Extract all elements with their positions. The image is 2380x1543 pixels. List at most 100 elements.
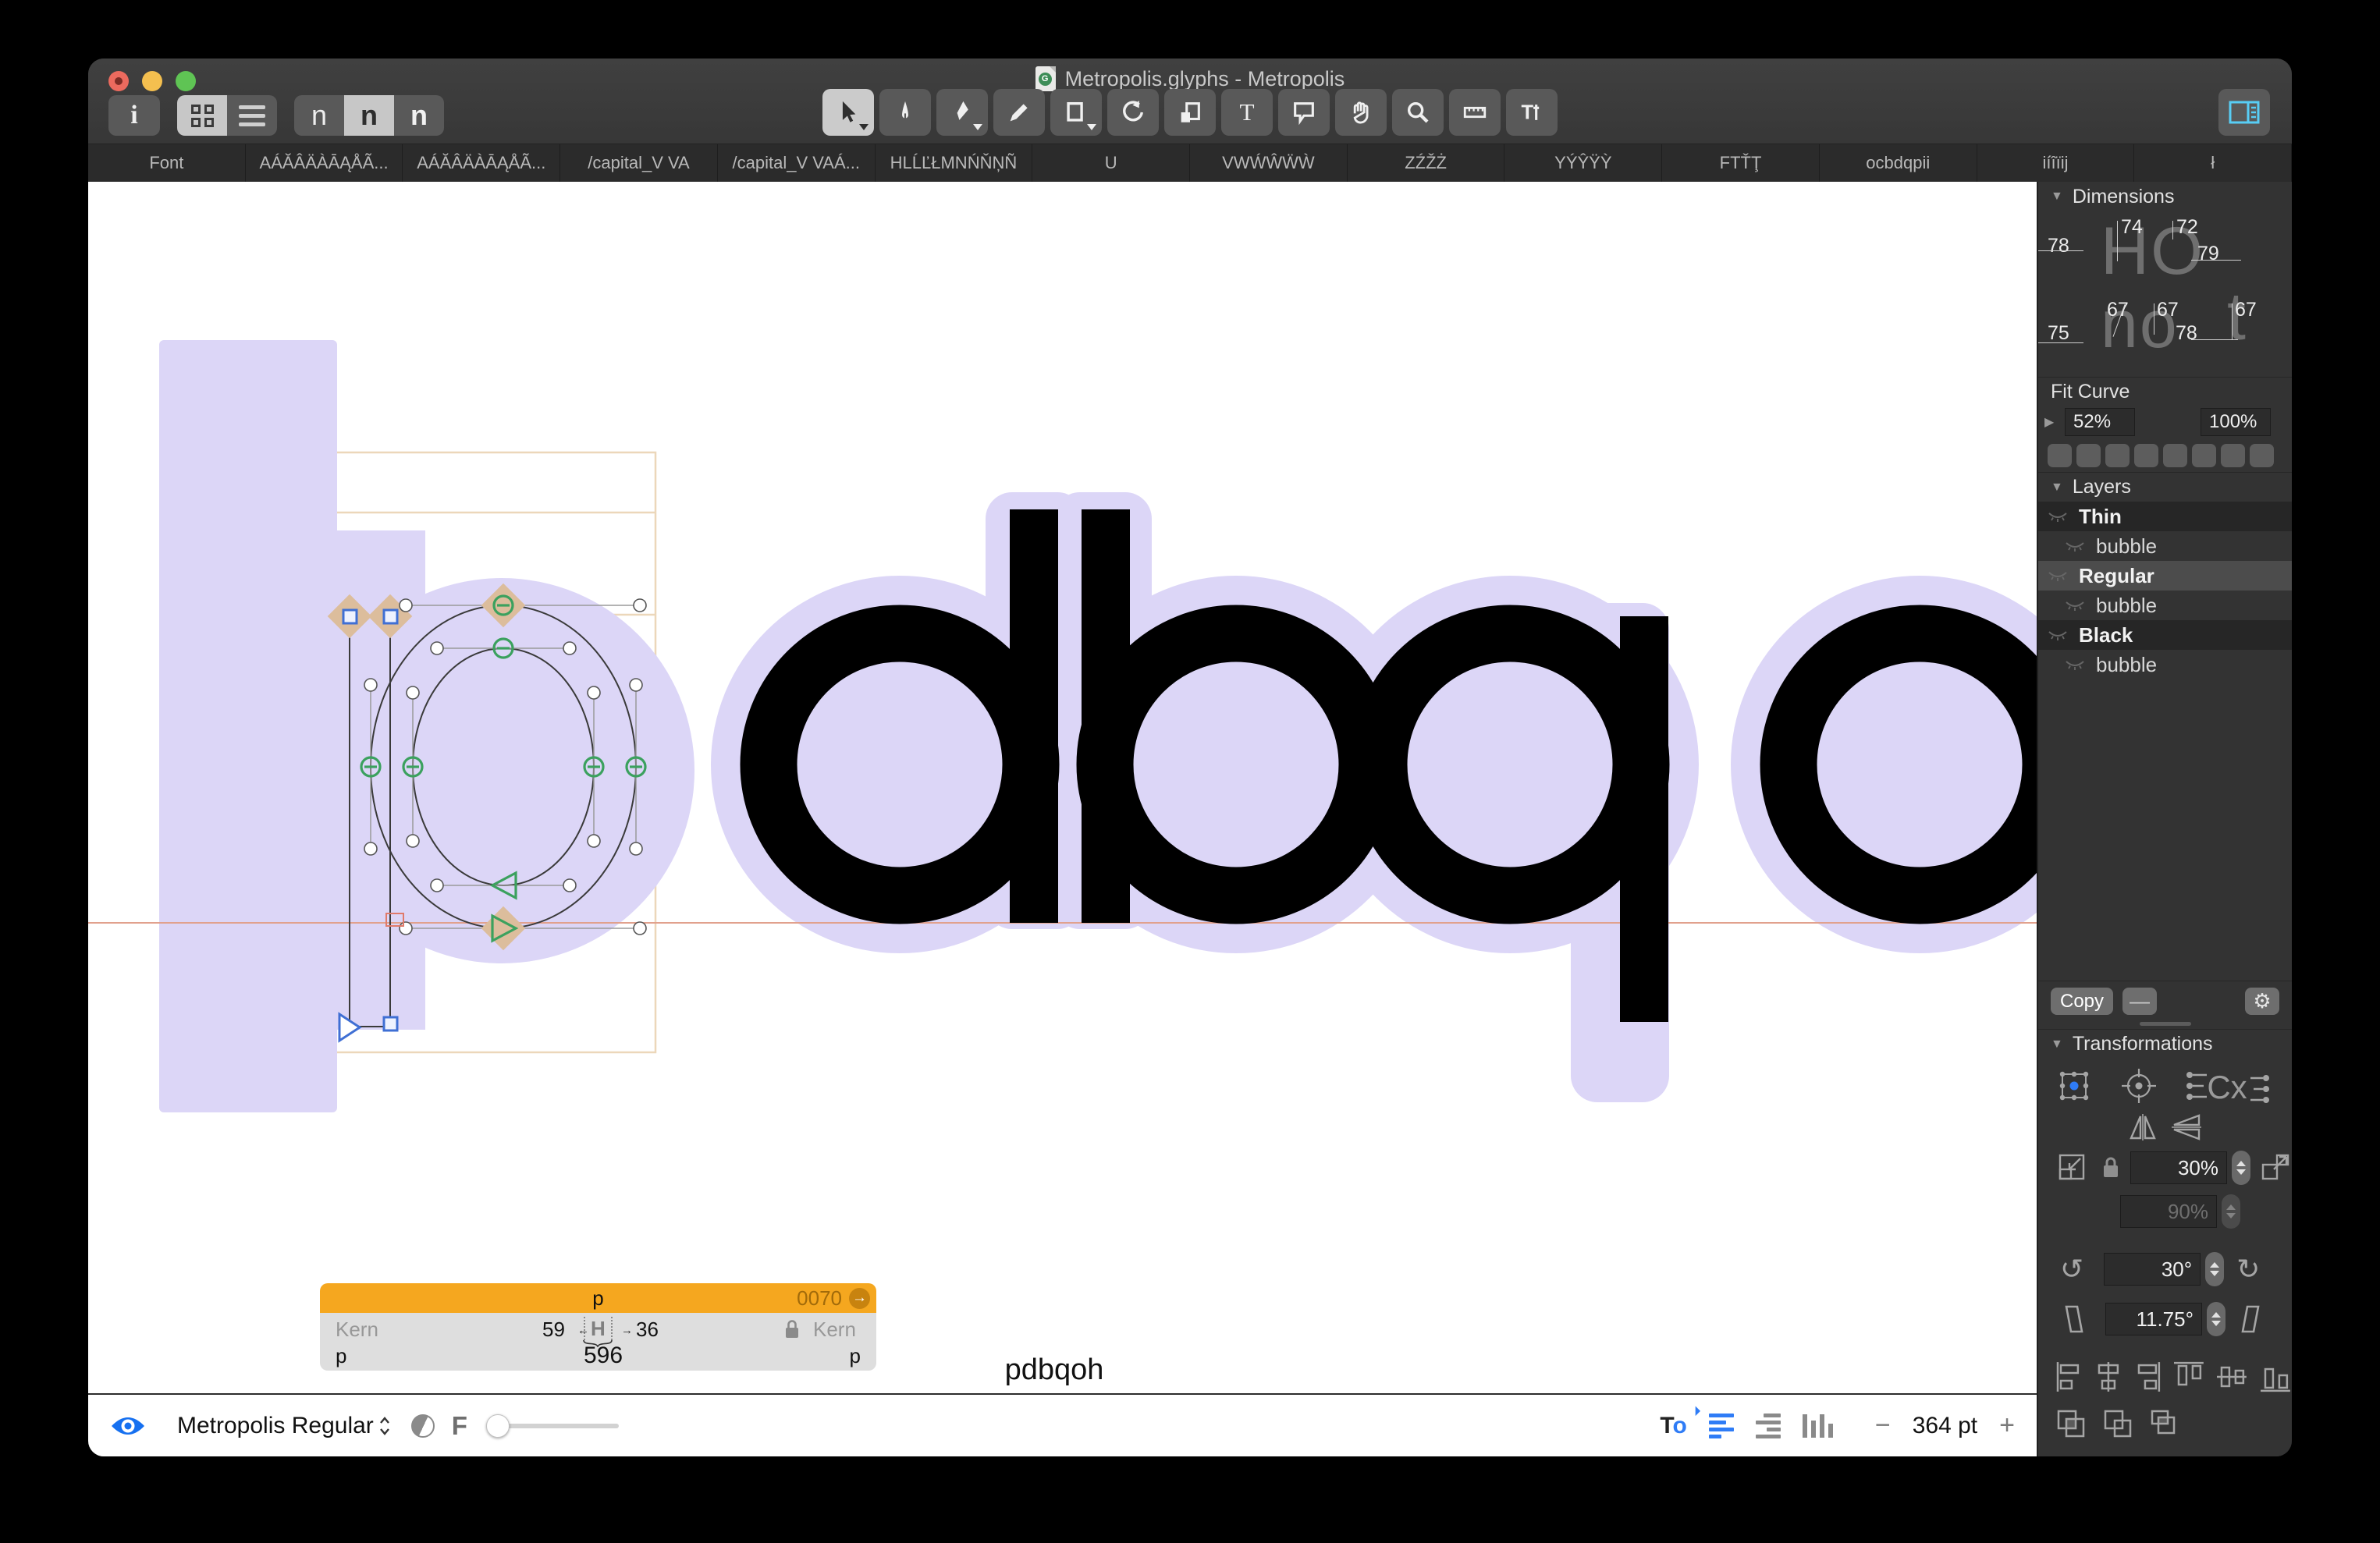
panel-drag-handle[interactable] (2140, 1022, 2191, 1026)
slant-right-icon[interactable] (2238, 1304, 2265, 1335)
copy-layer-button[interactable]: Copy (2051, 988, 2113, 1015)
scale-vertical-stepper[interactable] (2222, 1194, 2240, 1229)
glyph-tab[interactable]: iíîïij (1977, 144, 2135, 182)
kern-lock-icon[interactable] (783, 1319, 801, 1339)
glyph-tab[interactable]: ZŹŽŻ (1348, 144, 1505, 182)
disclosure-triangle-icon[interactable]: ▼ (2051, 190, 2063, 204)
grid-view-button[interactable] (177, 95, 227, 136)
left-kern-value[interactable]: 59 (542, 1318, 565, 1342)
rotate-cw-icon[interactable]: ↻ (2236, 1255, 2260, 1283)
fit-curve-step-button[interactable] (2048, 444, 2072, 467)
slider-knob[interactable] (486, 1414, 510, 1438)
text-tool[interactable]: T (1221, 89, 1273, 136)
measurement-tool[interactable] (1449, 89, 1501, 136)
select-tool[interactable] (822, 89, 874, 136)
right-kern-value[interactable]: 36 (636, 1318, 659, 1342)
hand-tool[interactable] (1335, 89, 1387, 136)
fit-curve-max-field[interactable]: 100% (2201, 408, 2271, 436)
instructor-tool[interactable]: T (1506, 89, 1558, 136)
closed-eye-icon[interactable] (2048, 510, 2068, 523)
layer-row[interactable]: bubble (2038, 531, 2292, 561)
rotate-stepper[interactable] (2205, 1252, 2224, 1286)
transform-origin-point-icon[interactable] (2119, 1066, 2158, 1105)
weight-regular-button[interactable]: n (344, 95, 394, 136)
vertical-layout-icon[interactable] (1803, 1414, 1833, 1438)
scale-stepper[interactable] (2232, 1151, 2250, 1185)
glyph-tab[interactable]: ł (2134, 144, 2292, 182)
zoom-value[interactable]: 364 pt (1913, 1413, 1977, 1439)
align-top-edges-icon[interactable] (2172, 1360, 2205, 1393)
weight-black-button[interactable]: n (394, 95, 444, 136)
scale-tool[interactable] (1164, 89, 1216, 136)
master-selector[interactable]: Metropolis Regular (177, 1413, 374, 1439)
draw-tool[interactable] (879, 89, 931, 136)
scale-vertical-field[interactable]: 90% (2120, 1195, 2217, 1228)
weight-thin-button[interactable]: n (294, 95, 344, 136)
glyph-tab[interactable]: YÝŶŸỲ (1504, 144, 1662, 182)
glyph-tab[interactable]: /capital_V VAÁ... (718, 144, 876, 182)
zoom-out-button[interactable]: − (1875, 1410, 1891, 1441)
layer-gear-button[interactable]: ⚙ (2245, 988, 2279, 1015)
features-preview-button[interactable]: To (1660, 1413, 1686, 1439)
edit-canvas[interactable]: p 0070 → Kern 59 ← H → 36 (88, 182, 2037, 1393)
info-button[interactable]: i (108, 95, 160, 136)
rotate-ccw-icon[interactable]: ↺ (2060, 1255, 2083, 1283)
layer-color-icon[interactable] (411, 1414, 435, 1438)
knife-tool[interactable] (936, 89, 988, 136)
closed-eye-icon[interactable] (2065, 540, 2085, 552)
fit-curve-header[interactable]: Fit Curve (2038, 377, 2292, 406)
glyph-tab[interactable]: VWẂŴẄẀ (1190, 144, 1348, 182)
fit-curve-step-button[interactable] (2134, 444, 2158, 467)
metrics-key-icon[interactable]: Cx (2185, 1067, 2271, 1105)
primitives-tool[interactable] (1050, 89, 1102, 136)
closed-eye-icon[interactable] (2065, 658, 2085, 671)
list-view-button[interactable] (227, 95, 277, 136)
rotate-field[interactable]: 30° (2104, 1253, 2201, 1286)
rotate-tool[interactable] (1107, 89, 1159, 136)
scale-lock-icon[interactable] (2102, 1156, 2119, 1179)
flip-horizontal-icon[interactable] (2128, 1112, 2158, 1142)
glyph-tab[interactable]: ocbdqpii (1820, 144, 1977, 182)
blur-slider[interactable] (486, 1414, 619, 1438)
updown-chevron-icon[interactable] (378, 1415, 391, 1437)
width-value[interactable]: 596 (584, 1343, 623, 1369)
flip-vertical-icon[interactable] (2170, 1112, 2203, 1142)
closed-eye-icon[interactable] (2048, 569, 2068, 582)
fit-curve-step-button[interactable] (2250, 444, 2274, 467)
glyph-tab[interactable]: U (1032, 144, 1190, 182)
glyph-tab[interactable]: AÁĂÂÄÀĀĄÅÃ... (246, 144, 403, 182)
glyph-tab[interactable]: FTŤŢ (1662, 144, 1820, 182)
dimensions-header[interactable]: ▼ Dimensions (2038, 182, 2292, 211)
align-left-icon[interactable] (1709, 1414, 1734, 1438)
right-kern-group-field[interactable]: Kern (813, 1318, 856, 1342)
features-letter[interactable]: F (452, 1411, 467, 1441)
annotation-tool[interactable] (1278, 89, 1330, 136)
zoom-tool[interactable] (1392, 89, 1444, 136)
fit-curve-step-button[interactable] (2163, 444, 2187, 467)
transformations-header[interactable]: ▼ Transformations (2038, 1029, 2292, 1059)
fit-curve-min-field[interactable]: 52% (2065, 408, 2135, 436)
layer-row[interactable]: bubble (2038, 650, 2292, 679)
layers-header[interactable]: ▼ Layers (2038, 472, 2292, 502)
layer-row[interactable]: Black (2038, 620, 2292, 650)
fit-curve-step-button[interactable] (2221, 444, 2245, 467)
transform-origin-selection-icon[interactable] (2055, 1067, 2093, 1105)
align-right-icon[interactable] (1756, 1414, 1781, 1438)
slant-field[interactable]: 11.75° (2105, 1303, 2202, 1335)
disclosure-triangle-icon[interactable]: ▼ (2051, 1038, 2063, 1052)
scale-up-icon[interactable] (2260, 1152, 2291, 1183)
fit-curve-step-button[interactable] (2105, 444, 2130, 467)
align-bottom-edges-icon[interactable] (2259, 1360, 2292, 1393)
layer-row[interactable]: Thin (2038, 502, 2292, 531)
zoom-in-button[interactable]: + (1999, 1410, 2015, 1441)
fit-curve-step-button[interactable] (2076, 444, 2101, 467)
remove-layer-button[interactable]: — (2122, 988, 2157, 1015)
boolean-intersect-icon[interactable] (2149, 1408, 2183, 1442)
pencil-tool[interactable] (993, 89, 1045, 136)
disclosure-triangle-icon[interactable]: ▼ (2051, 481, 2063, 495)
closed-eye-icon[interactable] (2048, 629, 2068, 641)
closed-eye-icon[interactable] (2065, 599, 2085, 612)
align-right-edges-icon[interactable] (2133, 1360, 2162, 1393)
sidebar-toggle-button[interactable] (2218, 89, 2270, 136)
glyph-tab[interactable]: AÁĂÂÄÀĀĄÅÃ... (403, 144, 560, 182)
